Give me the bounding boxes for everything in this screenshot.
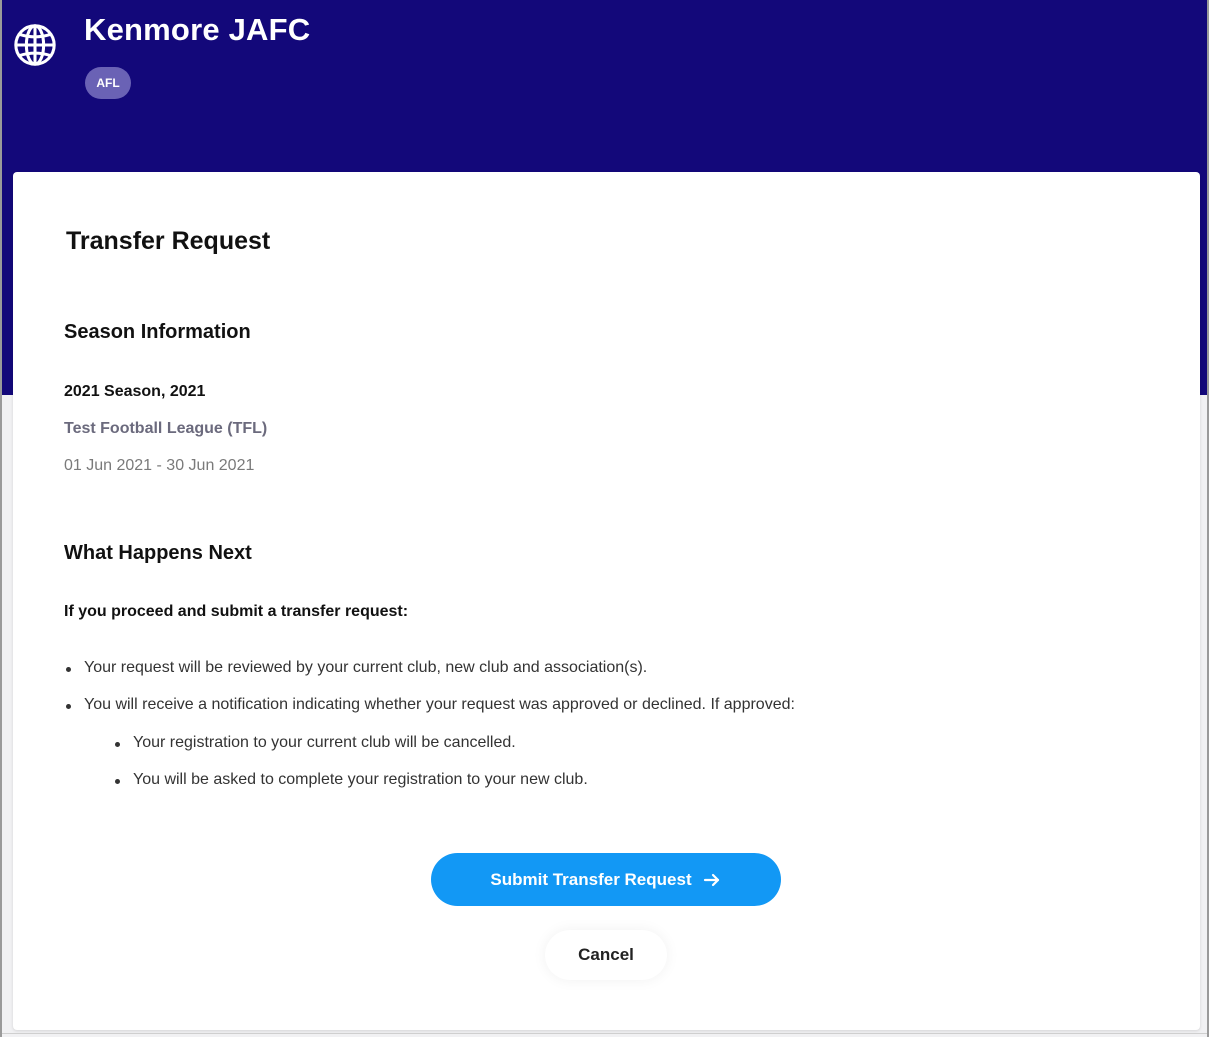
bullet-dot [115,779,120,784]
list-item-text: You will receive a notification indicati… [84,696,795,713]
transfer-request-card: Transfer Request Season Information 2021… [13,172,1200,1030]
sub-list-item-text: Your registration to your current club w… [133,734,516,751]
globe-icon [12,22,58,68]
submit-transfer-request-button[interactable]: Submit Transfer Request [431,853,781,906]
list-item: Your request will be reviewed by your cu… [66,659,648,677]
sub-list-item: You will be asked to complete your regis… [115,771,588,789]
arrow-right-icon [703,873,719,886]
sport-badge: AFL [85,67,131,99]
divider [2,1033,1207,1034]
season-dates: 01 Jun 2021 - 30 Jun 2021 [64,457,255,474]
intro-text: If you proceed and submit a transfer req… [64,603,409,620]
sub-list-item: Your registration to your current club w… [115,734,516,752]
list-item: You will receive a notification indicati… [66,696,795,714]
club-name: Kenmore JAFC [84,12,311,47]
bullet-dot [66,667,71,672]
season-name: 2021 Season, 2021 [64,383,206,400]
league-name: Test Football League (TFL) [64,420,268,437]
season-info-heading: Season Information [64,321,251,343]
page-title: Transfer Request [66,227,271,255]
bullet-dot [115,742,120,747]
bullet-dot [66,704,71,709]
what-happens-next-heading: What Happens Next [64,542,252,564]
cancel-button[interactable]: Cancel [545,930,667,980]
submit-button-label: Submit Transfer Request [490,869,692,889]
list-item-text: Your request will be reviewed by your cu… [84,659,648,676]
sub-list-item-text: You will be asked to complete your regis… [133,771,588,788]
